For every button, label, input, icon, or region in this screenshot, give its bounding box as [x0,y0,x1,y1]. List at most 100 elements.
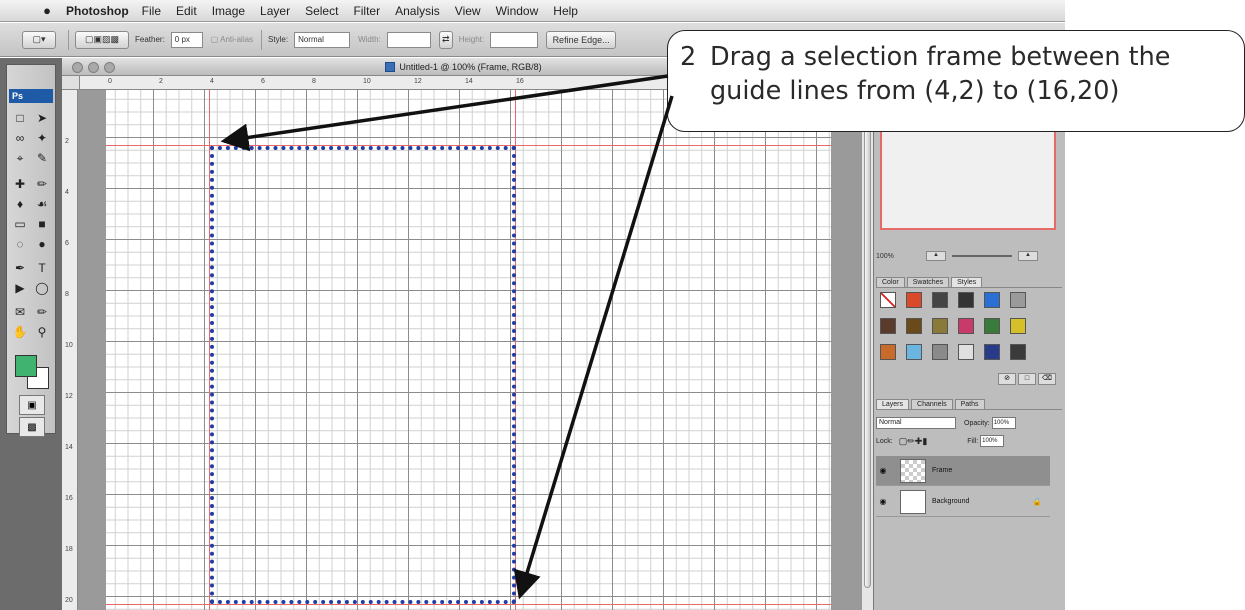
pen-tool-icon[interactable]: ✒ [11,259,29,277]
scrollbar-thumb[interactable] [864,98,871,588]
new-style-icon[interactable]: □ [1018,373,1036,385]
layer-row-frame[interactable]: ◉ Frame [876,456,1050,486]
menu-edit[interactable]: Edit [176,4,197,18]
style-swatch[interactable] [958,344,974,360]
ruler-origin[interactable] [62,76,80,90]
tab-channels[interactable]: Channels [911,399,953,409]
move-tool-icon[interactable]: ➤ [33,109,51,127]
menu-analysis[interactable]: Analysis [395,4,440,18]
lasso-tool-icon[interactable]: ∞ [11,129,29,147]
style-swatch[interactable] [984,344,1000,360]
tab-swatches[interactable]: Swatches [906,277,950,287]
clone-stamp-icon[interactable]: ♦ [11,195,29,213]
close-window-icon[interactable] [72,62,83,73]
style-swatch[interactable] [958,318,974,334]
menu-file[interactable]: File [142,4,161,18]
navigator-zoom-value[interactable]: 100% [876,253,906,260]
feather-input[interactable]: 0 px [170,31,203,48]
zoom-out-icon[interactable]: ▲ [926,251,946,261]
style-select[interactable]: Normal [294,31,351,48]
eyedropper-tool-icon[interactable]: ✏ [33,303,51,321]
menu-filter[interactable]: Filter [353,4,380,18]
style-swatch[interactable] [958,292,974,308]
style-swatch[interactable] [984,318,1000,334]
style-swatch[interactable] [932,344,948,360]
options-separator [261,29,263,50]
history-brush-icon[interactable]: ☙ [33,195,51,213]
menu-select[interactable]: Select [305,4,338,18]
style-swatch[interactable] [932,318,948,334]
minimize-window-icon[interactable] [88,62,99,73]
dodge-tool-icon[interactable]: ● [33,235,51,253]
style-swatch[interactable] [880,344,896,360]
app-menu-photoshop[interactable]: Photoshop [66,4,129,18]
style-swatch[interactable] [1010,292,1026,308]
tab-paths[interactable]: Paths [954,399,985,409]
vertical-ruler[interactable]: 2 4 6 8 10 12 14 16 18 20 [62,90,78,610]
delete-style-icon[interactable]: ⌫ [1038,373,1056,385]
color-swatches-styles-tabs: Color Swatches Styles [876,274,1062,288]
notes-tool-icon[interactable]: ✉ [11,303,29,321]
layer-row-background[interactable]: ◉ Background 🔒 [876,487,1050,517]
horizontal-guide-bottom[interactable] [106,604,831,605]
eraser-tool-icon[interactable]: ▭ [11,215,29,233]
menu-window[interactable]: Window [496,4,539,18]
lock-icons[interactable]: ▢✏✚▮ [899,436,928,447]
zoom-tool-icon[interactable]: ⚲ [33,323,51,341]
shape-tool-icon[interactable]: ◯ [33,279,51,297]
slice-tool-icon[interactable]: ✎ [33,149,51,167]
selection-mode-buttons[interactable]: ▢▣▨▩ [75,30,129,49]
swap-dimensions-icon[interactable]: ⇄ [438,30,453,49]
zoom-slider[interactable] [952,255,1012,257]
type-tool-icon[interactable]: T [33,259,51,277]
opacity-input[interactable]: 100% [991,417,1016,429]
apple-icon[interactable]: ● [36,3,58,18]
ruler-left-number: 10 [65,342,73,349]
tab-styles[interactable]: Styles [951,277,983,287]
style-swatch[interactable] [1010,318,1026,334]
style-swatch[interactable] [932,292,948,308]
screen-mode-icon[interactable]: ▩ [19,417,45,437]
style-swatch[interactable] [906,292,922,308]
menu-help[interactable]: Help [553,4,578,18]
magic-wand-tool-icon[interactable]: ✦ [33,129,51,147]
style-swatch[interactable] [1010,344,1026,360]
menu-layer[interactable]: Layer [260,4,290,18]
ruler-top-number: 10 [363,78,371,85]
tool-preset-picker[interactable]: ▢▾ [22,30,56,49]
foreground-color-swatch[interactable] [15,355,37,377]
style-swatch[interactable] [906,318,922,334]
style-swatch[interactable] [880,318,896,334]
zoom-in-icon[interactable]: ▲ [1018,251,1038,261]
crop-tool-icon[interactable]: ⌖ [11,149,29,167]
path-selection-icon[interactable]: ▶ [11,279,29,297]
style-swatch[interactable] [906,344,922,360]
antialias-checkbox[interactable]: ▢ Anti-alias [211,35,253,44]
style-swatch[interactable] [880,292,896,308]
fill-label: Fill: [967,437,979,445]
blend-mode-select[interactable]: Normal [876,417,956,429]
vertical-scrollbar[interactable] [861,90,873,610]
menu-view[interactable]: View [455,4,481,18]
width-input[interactable] [386,31,431,48]
menu-image[interactable]: Image [212,4,245,18]
gradient-tool-icon[interactable]: ■ [33,215,51,233]
refine-edge-button[interactable]: Refine Edge... [546,30,617,49]
eye-icon[interactable]: ◉ [876,497,890,506]
callout-line-1: Drag a selection frame between the [710,42,1171,72]
marquee-tool-icon[interactable]: □ [11,109,29,127]
brush-tool-icon[interactable]: ✏ [33,175,51,193]
tab-layers[interactable]: Layers [876,399,910,409]
fill-input[interactable]: 100% [980,435,1005,447]
height-input[interactable] [490,31,539,48]
zoom-window-icon[interactable] [104,62,115,73]
hand-tool-icon[interactable]: ✋ [11,323,29,341]
quick-mask-icon[interactable]: ▣ [19,395,45,415]
healing-brush-icon[interactable]: ✚ [11,175,29,193]
layers-controls: Normal Opacity: 100% Lock: ▢✏✚▮ Fill: 10… [876,414,1062,450]
eye-icon[interactable]: ◉ [876,466,890,475]
style-swatch[interactable] [984,292,1000,308]
blur-tool-icon[interactable]: ◌ [11,235,29,253]
clear-style-icon[interactable]: ⊘ [998,373,1016,385]
tab-color[interactable]: Color [876,277,905,287]
